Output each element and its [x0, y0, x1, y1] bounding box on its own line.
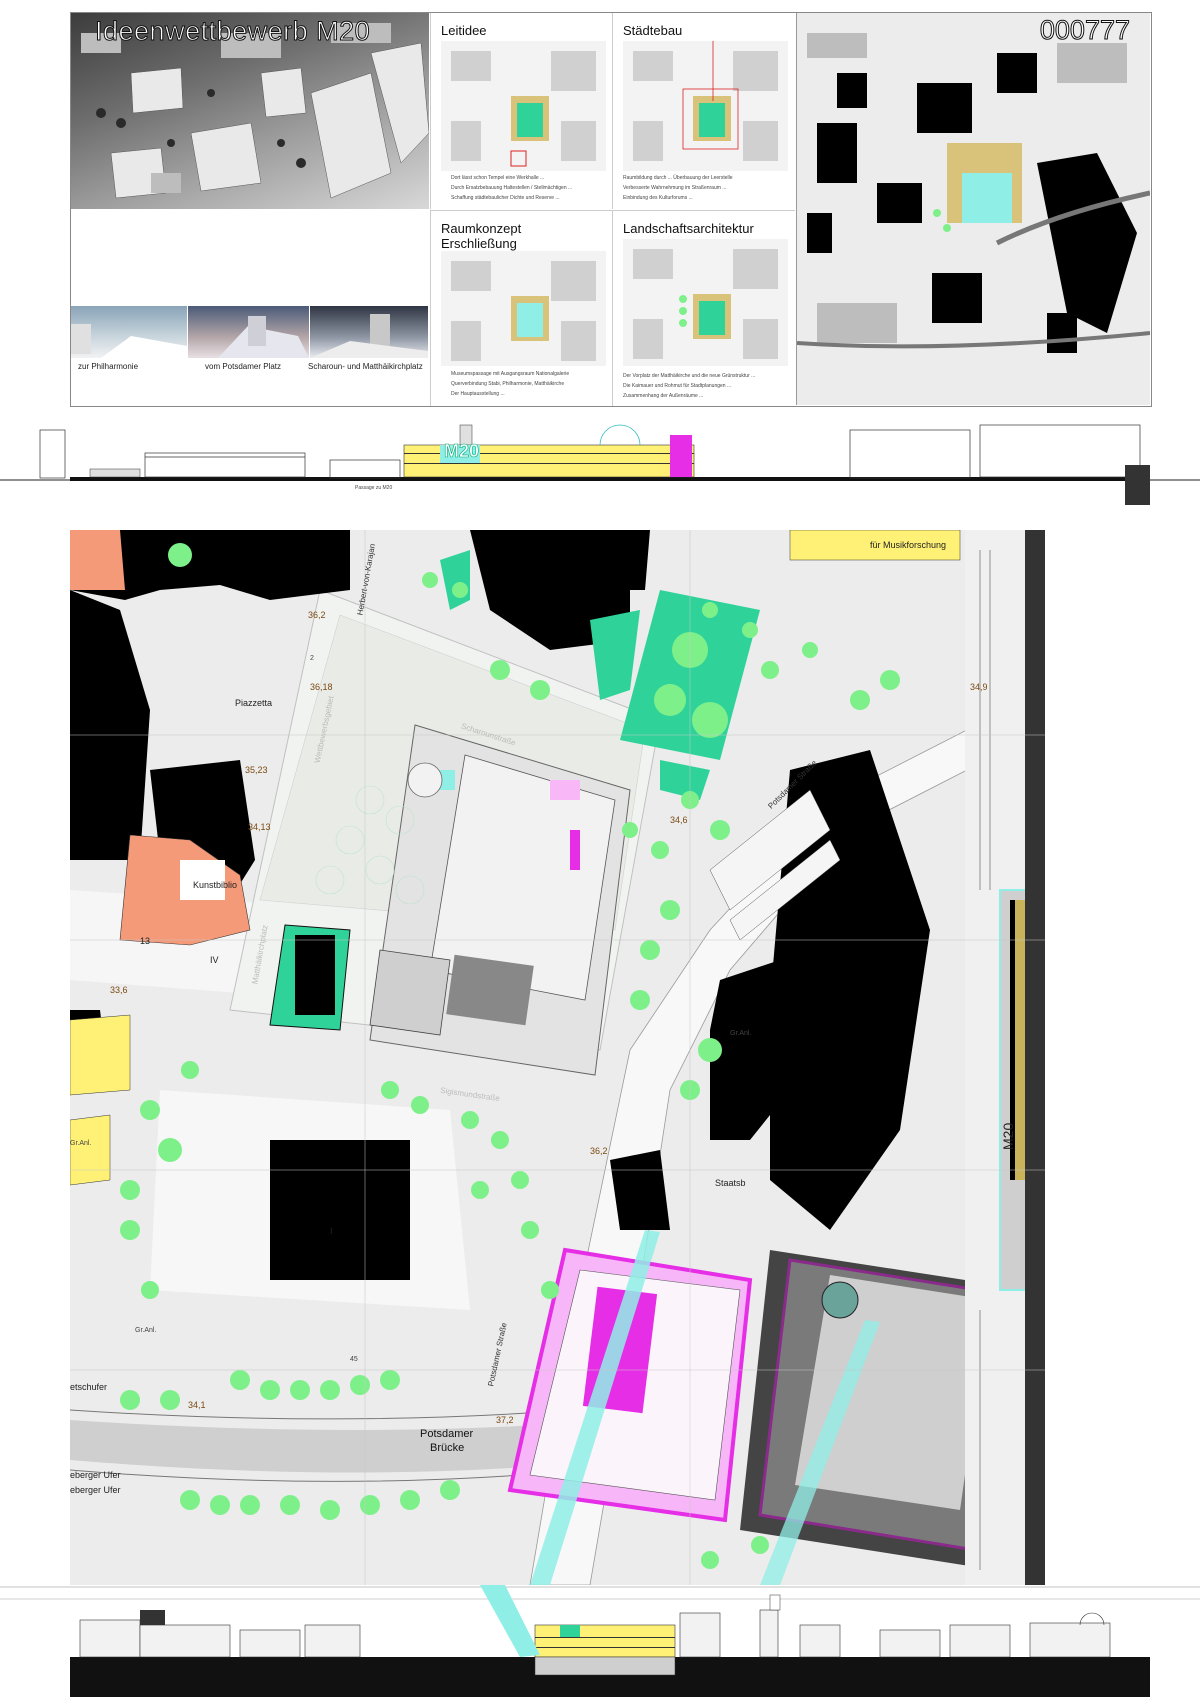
- concept-text-1: Museumspassage mit Ausgangsraum National…: [451, 371, 570, 377]
- concept-panel-title: Städtebau: [623, 23, 683, 38]
- perspective-view-3: [310, 306, 428, 358]
- plan-label-ufer-2: eberger Ufer: [70, 1485, 121, 1495]
- plan-label-ufer-1: eberger Ufer: [70, 1470, 121, 1480]
- side-m20-label: M20: [1000, 1122, 1016, 1150]
- concept-text-3: Schaffung städtebaulicher Dichte und Res…: [451, 195, 560, 201]
- plan-label-kunstbibliothek: Kunstbiblio: [193, 880, 238, 890]
- elevation-10: 37,2: [496, 1415, 514, 1425]
- plan-label-piazzetta: Piazzetta: [235, 698, 273, 708]
- plan-label-gr-anl-3: Gr.Anl.: [70, 1140, 92, 1147]
- section-strip-bottom: [0, 1585, 1200, 1697]
- elevation-8: 36,2: [590, 1146, 608, 1156]
- main-site-plan: Piazzetta Kunstbiblio für Musikforschung…: [70, 530, 1045, 1585]
- entry-number: 000777: [1039, 15, 1130, 46]
- view-caption-3: Scharoun- und Matthäikirchplatz: [308, 362, 423, 371]
- concept-text-1: Dort lässt schon Tempel eine Werkhalle .…: [451, 175, 545, 181]
- concept-panel-title: Landschaftsarchitektur: [623, 221, 754, 236]
- concept-text-3: Zusammenhang der Außenräume ...: [623, 393, 704, 399]
- perspective-view-1: [71, 306, 187, 358]
- elevation-6: 34,9: [970, 682, 988, 692]
- plan-label-13: 13: [140, 936, 151, 946]
- plan-label-i: I: [330, 1226, 333, 1236]
- concept-panel-2: Städtebau Raumbildung durch ... Überbauu…: [612, 13, 795, 209]
- concept-text-2: Die Kaimauer und Rohmut für Stadtplanung…: [623, 383, 732, 389]
- competition-title: Ideenwettbewerb M20: [94, 16, 371, 47]
- concept-panel-title: Raumkonzept Erschließung: [441, 221, 522, 251]
- plan-label-iv: IV: [210, 955, 219, 965]
- concept-text-3: Der Hauptausstellung ...: [451, 391, 505, 397]
- elevation-3: 35,23: [245, 765, 268, 775]
- plan-label-potsdamer-bruecke-1: Potsdamer: [420, 1428, 474, 1440]
- section-strip-top: M20 Passage zu M20: [0, 405, 1200, 505]
- concept-text-2: Querverbindung Stabi, Philharmonie, Matt…: [451, 381, 565, 387]
- perspective-view-2: [188, 306, 309, 358]
- section-passage-label: Passage zu M20: [355, 485, 393, 491]
- concept-panel-4: Landschaftsarchitektur Der Vorplatz der …: [612, 210, 795, 406]
- plan-label-staatsbibliothek: Staatsb: [715, 1178, 746, 1188]
- concept-text-3: Einbindung des Kulturforums ...: [623, 195, 693, 201]
- section-m20-label: M20: [444, 441, 480, 462]
- plan-label-gr-anl-1: Gr.Anl.: [730, 1030, 752, 1037]
- concept-panel-3: Raumkonzept Erschließung Museumspassage …: [430, 210, 612, 406]
- view-caption-1: zur Philharmonie: [78, 362, 139, 371]
- plan-label-gr-anl-2: Gr.Anl.: [135, 1327, 157, 1334]
- elevation-7: 34,6: [670, 815, 688, 825]
- concept-panel-1: Leitidee Dort lässt schon Tempel eine We…: [430, 13, 612, 209]
- concept-text-2: Verbesserte Wahrnehmung im Straßenraum .…: [623, 185, 727, 191]
- concept-panel-title: Leitidee: [441, 23, 487, 38]
- site-plan-overview: 000777: [796, 13, 1150, 405]
- elevation-9: 34,1: [188, 1400, 206, 1410]
- elevation-1: 36,2: [308, 610, 326, 620]
- elevation-2: 36,18: [310, 682, 333, 692]
- concept-text-2: Durch Ersatzbebauung Haltestellen / Stel…: [451, 185, 573, 191]
- view-caption-2: vom Potsdamer Platz: [205, 362, 282, 371]
- concept-text-1: Der Vorplatz der Matthäikirche und die n…: [623, 373, 756, 379]
- concept-text-1: Raumbildung durch ... Überbauung der Lee…: [623, 175, 733, 181]
- plan-label-musikforschung: für Musikforschung: [870, 540, 947, 550]
- elevation-4: 34,13: [248, 822, 271, 832]
- plan-label-potsdamer-bruecke-2: Brücke: [430, 1442, 465, 1454]
- plan-label-2: 2: [310, 655, 314, 662]
- elevation-5: 33,6: [110, 985, 128, 995]
- plan-label-45: 45: [350, 1356, 358, 1363]
- plan-label-ufer-3: etschufer: [70, 1382, 108, 1392]
